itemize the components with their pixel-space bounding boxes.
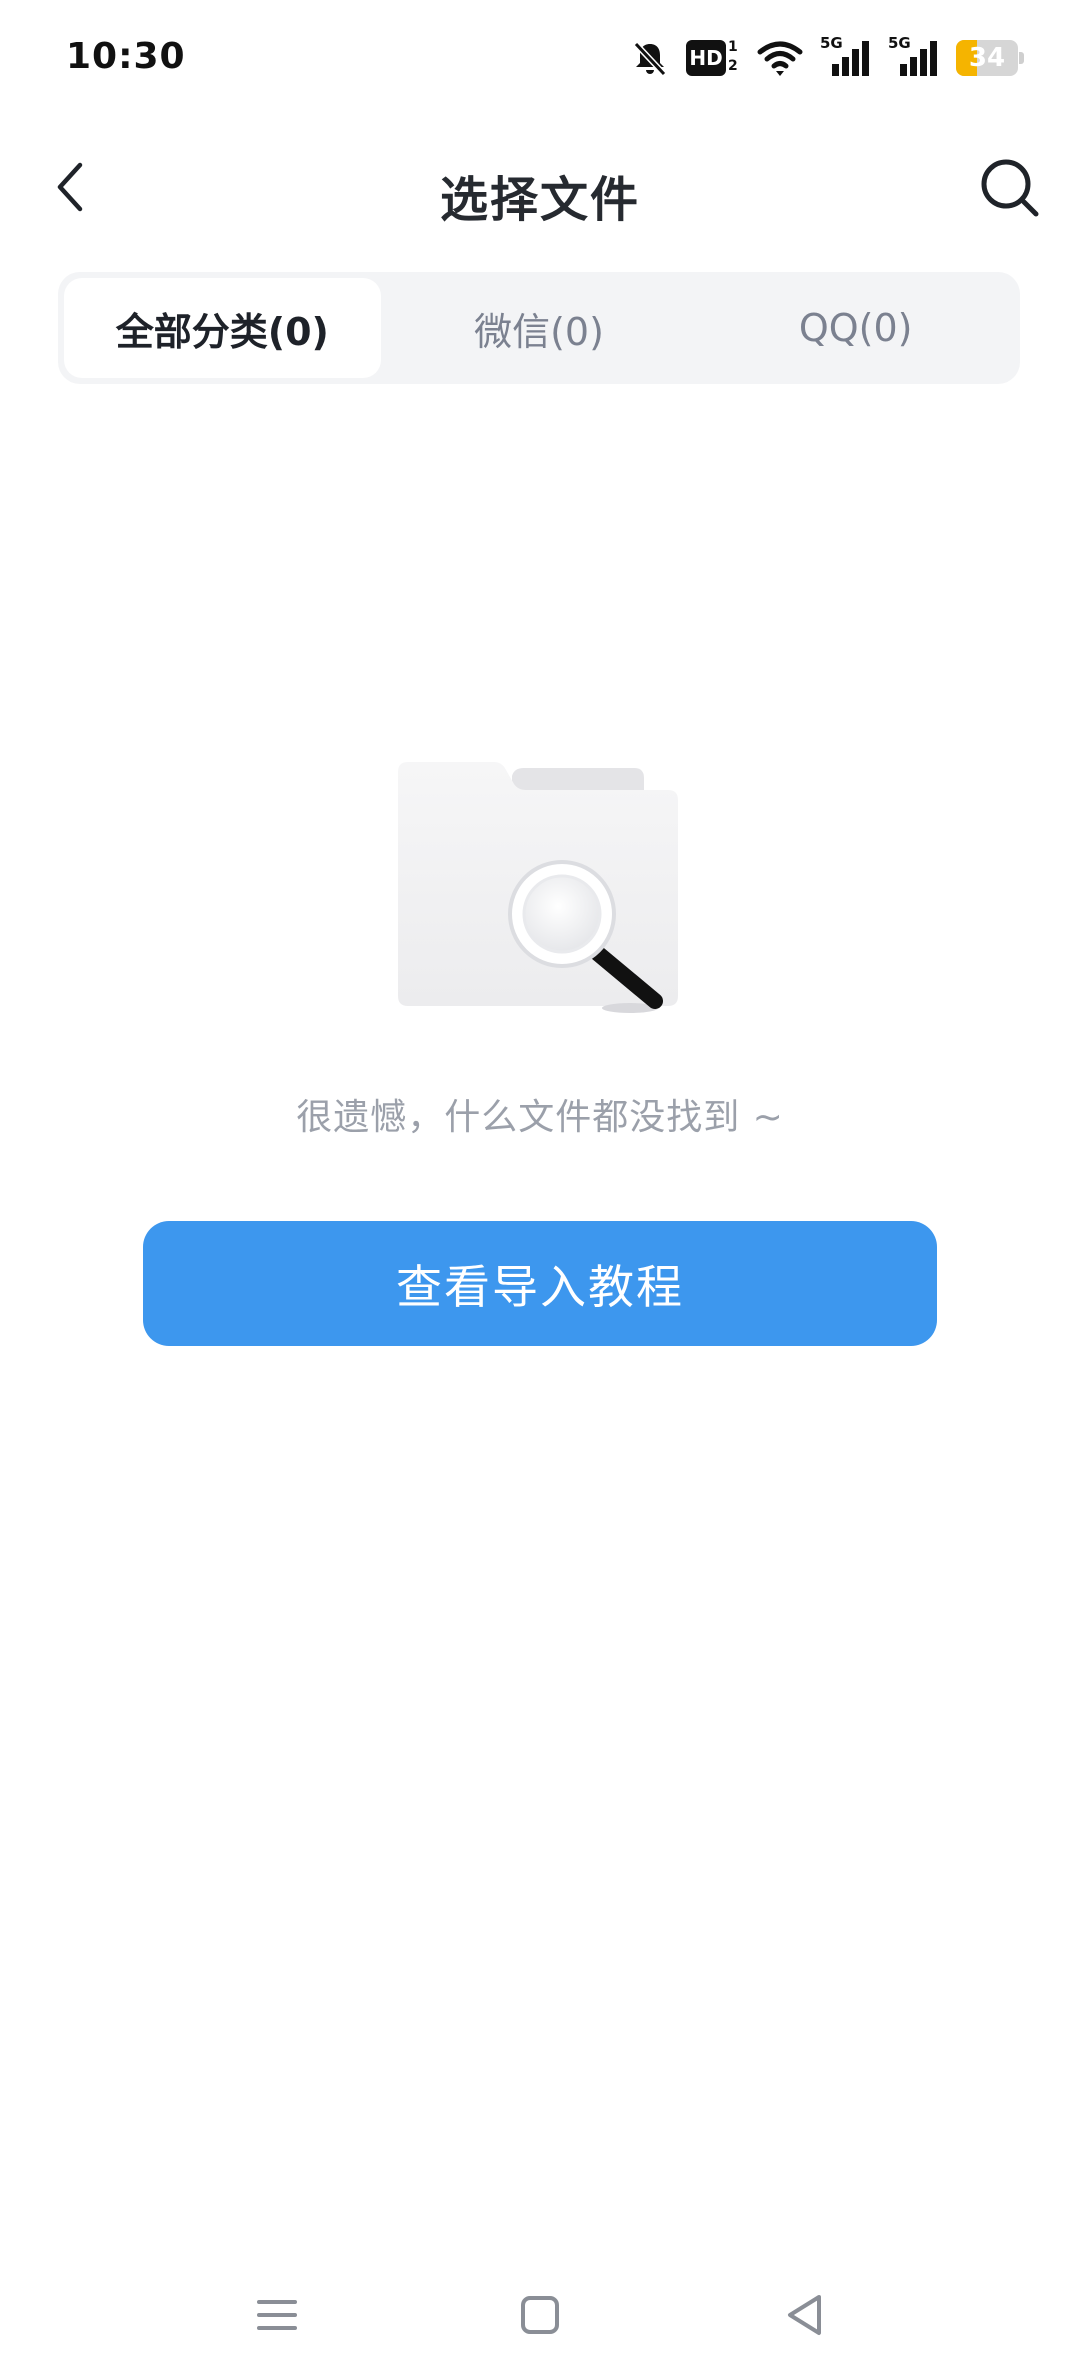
search-button[interactable] (972, 150, 1046, 224)
header: 选择文件 (0, 120, 1080, 260)
status-time: 10:30 (66, 36, 186, 77)
menu-icon (257, 2300, 297, 2330)
nav-menu-button[interactable] (237, 2280, 317, 2350)
folder-search-illustration (390, 756, 690, 1026)
hd-sub: 1 2 (728, 38, 738, 76)
category-tabs: 全部分类(0) 微信(0) QQ(0) (58, 272, 1020, 384)
battery-icon: 34 (956, 40, 1024, 76)
hd-sub-bottom: 2 (728, 58, 738, 74)
battery-text: 34 (968, 43, 1006, 73)
search-icon (981, 159, 1039, 217)
view-import-tutorial-button[interactable]: 查看导入教程 (143, 1221, 937, 1346)
home-icon (521, 2296, 559, 2334)
tab-all-categories[interactable]: 全部分类(0) (64, 278, 381, 378)
nav-back-button[interactable] (764, 2280, 844, 2350)
wifi-icon (756, 38, 804, 78)
empty-message: 很遗憾，什么文件都没找到 ~ (296, 1097, 784, 1138)
page-title: 选择文件 (439, 172, 640, 228)
hd-icon: HD 1 2 (686, 38, 740, 78)
tab-qq[interactable]: QQ(0) (697, 278, 1014, 378)
bell-off-icon (630, 38, 670, 78)
tab-wechat[interactable]: 微信(0) (381, 278, 698, 378)
nav-home-button[interactable] (500, 2280, 580, 2350)
back-triangle-icon (788, 2295, 821, 2335)
battery-cap (1019, 52, 1024, 64)
hd-label: HD (686, 40, 726, 76)
folder-search-icon (398, 762, 678, 1013)
signal-5g-icon: 5G (820, 34, 872, 78)
hd-sub-top: 1 (728, 39, 738, 55)
status-bar: 10:30 HD 1 2 5G 5G 34 (0, 0, 1080, 120)
navigation-bar (0, 2260, 1080, 2376)
status-icons: HD 1 2 5G 5G 34 (630, 34, 1024, 80)
signal-5g-icon: 5G (888, 34, 940, 78)
